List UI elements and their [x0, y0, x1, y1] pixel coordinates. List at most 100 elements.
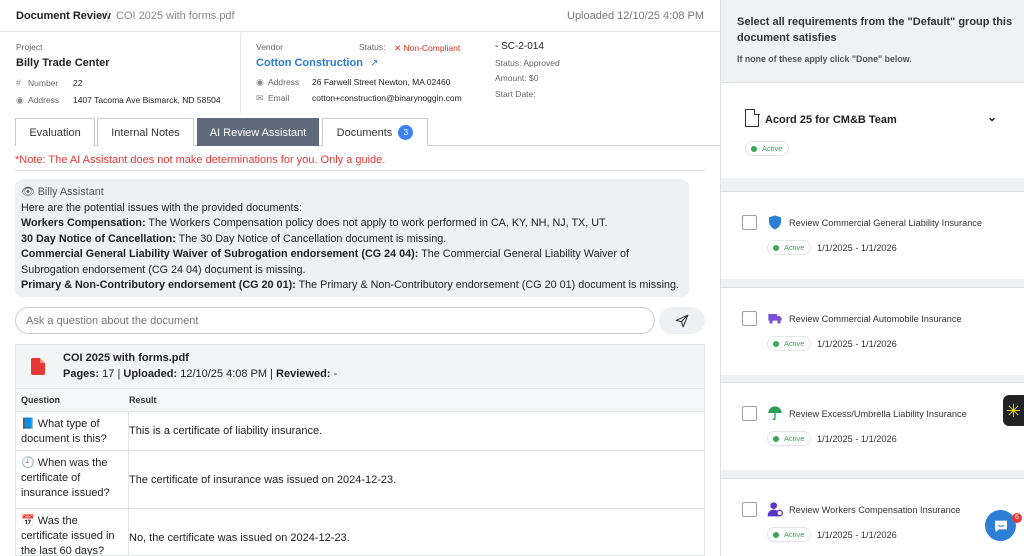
tab-label: AI Review Assistant: [209, 126, 307, 139]
review-pane: Document Review COI 2025 with forms.pdf …: [0, 0, 720, 556]
status-badge: Active: [767, 240, 812, 255]
book-icon: 📘: [21, 418, 35, 430]
question-line: certificate issued in: [21, 530, 115, 542]
project-address: 1407 Tacoma Ave Bismarck, ND 58504: [73, 95, 221, 105]
send-button[interactable]: [659, 307, 705, 334]
tab-label: Documents: [336, 126, 393, 139]
result-cell: No, the certificate was issued on 2024-1…: [128, 509, 350, 555]
divider: [15, 170, 705, 171]
requirement-checkbox[interactable]: [742, 311, 757, 326]
result-text: The certificate of insurance was issued …: [129, 474, 397, 486]
chat-notification-badge: 6: [1012, 513, 1022, 523]
issue-item: 30 Day Notice of Cancellation: The 30 Da…: [21, 232, 683, 248]
uploaded-value: 12/10/25 4:08 PM: [180, 368, 268, 380]
tab-documents[interactable]: Documents 3: [322, 118, 428, 146]
vendor-link[interactable]: Cotton Construction ↗: [256, 57, 378, 69]
contract-status: Status: Approved: [495, 58, 560, 68]
requirement-label: Review Workers Compensation Insurance: [789, 505, 961, 515]
pages-value: 17: [102, 368, 115, 380]
status-label: Status:: [359, 42, 386, 52]
chevron-down-icon[interactable]: ⌄: [987, 110, 997, 124]
vendor-info: Vendor Status: ✕ Non-Compliant Cotton Co…: [240, 33, 490, 113]
uploaded-label: Uploaded:: [123, 368, 178, 380]
hash-icon: #: [16, 78, 22, 88]
location-pin-icon: ◉: [256, 77, 264, 87]
vendor-address-row: ◉ Address 26 Farwell Street Newton, MA 024…: [256, 76, 450, 88]
pages-label: Pages:: [63, 368, 100, 380]
document-header: COI 2025 with forms.pdf Pages: 17 | Uplo…: [16, 345, 704, 388]
external-link-icon[interactable]: ↗: [370, 58, 378, 69]
requirements-subtext: If none of these apply click "Done" belo…: [737, 54, 912, 64]
issue-title: 30 Day Notice of Cancellation:: [21, 232, 176, 245]
requirement-item: Review Commercial General Liability Insu…: [721, 191, 1024, 279]
tab-evaluation[interactable]: Evaluation: [15, 118, 95, 146]
documents-count-badge: 3: [398, 125, 414, 140]
reviewed-value: -: [333, 368, 338, 380]
issue-item: Primary & Non-Contributory endorsement (…: [21, 278, 683, 294]
requirement-dates: 1/1/2025 - 1/1/2026: [817, 434, 897, 444]
requirement-label: Review Excess/Umbrella Liability Insuran…: [789, 409, 967, 419]
send-icon: [675, 314, 689, 327]
chat-icon: [994, 520, 1007, 532]
table-row: 📅 Was the certificate issued in the last 6…: [16, 509, 704, 555]
question-line: Was the: [37, 515, 78, 527]
ai-disclaimer-note: *Note: The AI Assistant does not make de…: [15, 154, 386, 166]
requirement-checkbox[interactable]: [742, 502, 757, 517]
clock-icon: 🕘: [21, 457, 35, 469]
issue-title: Primary & Non-Contributory endorsement (…: [21, 279, 296, 291]
issue-text: The Workers Compensation policy does not…: [145, 217, 608, 229]
requirements-header: Select all requirements from the "Defaul…: [721, 0, 1024, 80]
tab-internal-notes[interactable]: Internal Notes: [97, 118, 194, 146]
document-meta: Pages: 17 | Uploaded: 12/10/25 4:08 PM |…: [63, 368, 338, 380]
issue-text: The Primary & Non-Contributory endorseme…: [295, 279, 680, 291]
group-name: Acord 25 for CM&B Team: [765, 114, 897, 126]
calendar-icon: 📅: [21, 515, 35, 527]
question-cell: 📅 Was the certificate issued in the last 6…: [21, 514, 121, 555]
number-label: Number: [28, 78, 59, 88]
tab-bar: Evaluation Internal Notes AI Review Assi…: [15, 118, 720, 146]
table-header: Question Result: [16, 388, 704, 412]
table-row: 📘 What type of document is this? This is …: [16, 412, 704, 451]
umbrella-icon: [768, 406, 782, 420]
reviewed-label: Reviewed:: [276, 368, 331, 380]
worker-icon: [767, 502, 783, 517]
requirement-item: Review Excess/Umbrella Liability Insuran…: [721, 382, 1024, 470]
truck-icon: [768, 314, 782, 324]
issue-title: Commercial General Liability Waiver of S…: [21, 248, 419, 260]
result-cell: The certificate of insurance was issued …: [128, 451, 396, 508]
app: Document Review COI 2025 with forms.pdf …: [0, 0, 1024, 556]
result-text: This is a certificate of liability insur…: [129, 425, 323, 437]
requirement-item: Review Workers Compensation Insurance Ac…: [721, 478, 1024, 556]
issue-item: Workers Compensation: The Workers Compen…: [21, 216, 683, 232]
mail-icon: ✉: [256, 93, 264, 103]
info-panel: Project Billy Trade Center # Number 22 ◉ Ad…: [0, 33, 720, 113]
chat-launcher-button[interactable]: [985, 510, 1016, 541]
vendor-email[interactable]: cotton+construction@binarynoggin.com: [312, 93, 462, 103]
requirement-checkbox[interactable]: [742, 215, 757, 230]
assistant-name-row: 👁 Billy Assistant: [21, 185, 683, 201]
address-label: Address: [28, 95, 60, 105]
tab-label: Internal Notes: [111, 126, 180, 139]
requirement-item: Review Commercial Automobile Insurance A…: [721, 287, 1024, 375]
requirement-dates: 1/1/2025 - 1/1/2026: [817, 530, 897, 540]
question-cell: 📘 What type of document is this?: [21, 417, 121, 447]
tab-label: Evaluation: [29, 126, 81, 139]
requirement-checkbox[interactable]: [742, 406, 757, 421]
question-cell: 🕘 When was the certificate of insurance is…: [21, 456, 121, 501]
ask-question-input[interactable]: [15, 307, 655, 334]
document-results: COI 2025 with forms.pdf Pages: 17 | Uplo…: [15, 344, 705, 556]
assistant-intro: Here are the potential issues with the p…: [21, 201, 302, 214]
eye-icon: 👁: [21, 186, 38, 198]
project-number-row: # Number 22: [16, 77, 82, 89]
requirement-group[interactable]: Acord 25 for CM&B Team ⌄ Active: [721, 82, 1024, 178]
vendor-status: Non-Compliant: [403, 43, 461, 53]
requirement-label: Review Commercial General Liability Insu…: [789, 218, 983, 228]
issue-title: Workers Compensation:: [21, 217, 146, 229]
tab-ai-review-assistant[interactable]: AI Review Assistant: [197, 118, 319, 146]
document-title: COI 2025 with forms.pdf: [63, 352, 189, 364]
vendor-email-row: ✉ Email cotton+construction@binarynoggin.c…: [256, 92, 462, 104]
sunburst-widget-icon[interactable]: ✳: [1003, 395, 1024, 426]
vendor-name[interactable]: Cotton Construction: [256, 57, 363, 69]
question-line: certificate of: [21, 472, 81, 484]
shield-icon: [769, 215, 781, 230]
